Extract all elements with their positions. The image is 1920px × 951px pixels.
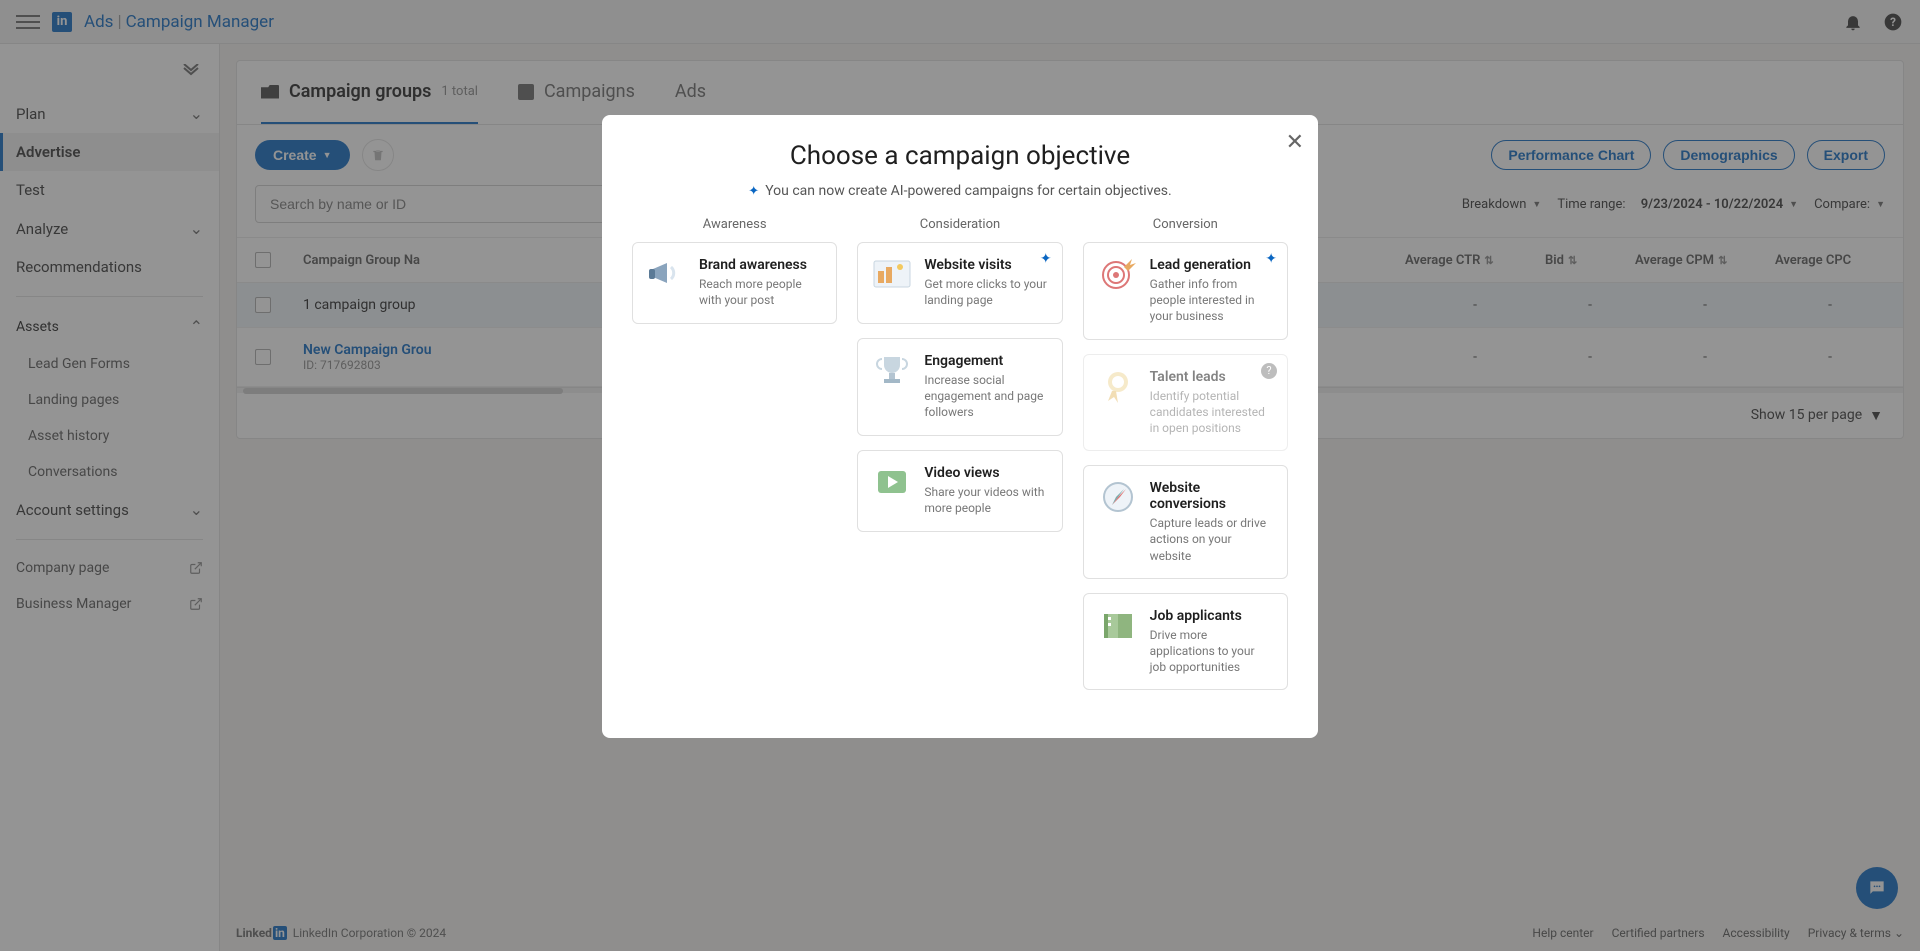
help-icon[interactable]: ? [1261, 363, 1277, 379]
target-icon [1098, 257, 1138, 291]
modal-overlay: ✕ Choose a campaign objective You can no… [0, 0, 1920, 951]
website-icon [872, 257, 912, 291]
col-awareness: Awareness [632, 217, 837, 232]
col-conversion: Conversion [1083, 217, 1288, 232]
objective-website-conversions[interactable]: Website conversions Capture leads or dri… [1083, 465, 1288, 579]
col-consideration: Consideration [857, 217, 1062, 232]
ribbon-icon [1098, 369, 1138, 403]
sparkle-icon: ✦ [1040, 251, 1052, 267]
objective-job-applicants[interactable]: Job applicants Drive more applications t… [1083, 593, 1288, 691]
objective-talent-leads[interactable]: ? Talent leads Identify potential candid… [1083, 354, 1288, 452]
objective-website-visits[interactable]: ✦ Website visits Get more clicks to your… [857, 242, 1062, 324]
briefcase-icon [1098, 608, 1138, 642]
objective-brand-awareness[interactable]: Brand awareness Reach more people with y… [632, 242, 837, 324]
trophy-icon [872, 353, 912, 387]
sparkle-icon: ✦ [1265, 251, 1277, 267]
objective-engagement[interactable]: Engagement Increase social engagement an… [857, 338, 1062, 436]
compass-icon [1098, 480, 1138, 514]
dialog-title: Choose a campaign objective [632, 141, 1288, 171]
objective-video-views[interactable]: Video views Share your videos with more … [857, 450, 1062, 532]
megaphone-icon [647, 257, 687, 291]
objective-dialog: ✕ Choose a campaign objective You can no… [602, 115, 1318, 738]
objective-lead-generation[interactable]: ✦ Lead generation Gather info from peopl… [1083, 242, 1288, 340]
close-button[interactable]: ✕ [1286, 129, 1304, 155]
dialog-subtitle: You can now create AI-powered campaigns … [632, 183, 1288, 199]
play-icon [872, 465, 912, 499]
